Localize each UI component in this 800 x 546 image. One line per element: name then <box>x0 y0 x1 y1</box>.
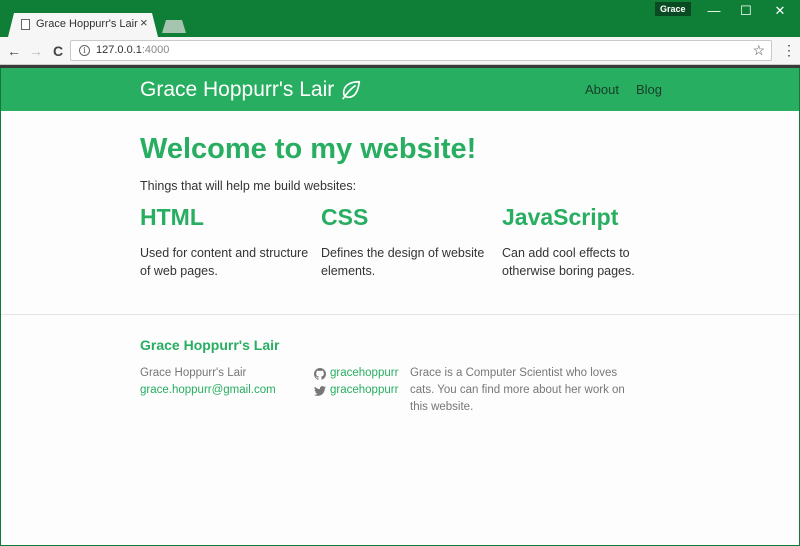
feature-title: CSS <box>321 204 369 230</box>
minimize-button[interactable]: — <box>704 3 724 19</box>
leaf-icon <box>342 80 361 100</box>
site-brand[interactable]: Grace Hoppurr's Lair <box>140 78 362 102</box>
url-text: 127.0.0.1:4000 <box>96 44 170 56</box>
reload-icon[interactable]: C <box>49 42 67 60</box>
footer-name: Grace Hoppurr's Lair <box>140 367 247 379</box>
nav-link-about[interactable]: About <box>585 82 619 97</box>
feature-css: CSS Defines the design of website elemen… <box>321 204 491 280</box>
twitter-icon <box>314 385 326 396</box>
profile-badge[interactable]: Grace <box>655 2 691 16</box>
footer-divider <box>1 314 799 315</box>
web-page: Grace Hoppurr's Lair About Blog Welcome … <box>1 68 799 545</box>
tab-title: Grace Hoppurr's Lair <box>36 18 138 30</box>
forward-icon[interactable]: → <box>27 42 45 60</box>
close-window-button[interactable]: ✕ <box>770 3 790 19</box>
browser-toolbar: ← → C i 127.0.0.1:4000 ☆ ⋮ <box>0 37 800 65</box>
back-icon[interactable]: ← <box>5 42 23 60</box>
footer-social: gracehoppurr gracehoppurr <box>314 365 398 399</box>
new-tab-button[interactable] <box>162 20 186 33</box>
footer-email-link[interactable]: grace.hoppurr@gmail.com <box>140 384 276 396</box>
maximize-button[interactable]: ☐ <box>736 3 756 19</box>
github-link[interactable]: gracehoppurr <box>330 365 398 382</box>
feature-title: JavaScript <box>502 204 619 230</box>
footer-title: Grace Hoppurr's Lair <box>140 337 280 353</box>
page-subtitle: Things that will help me build websites: <box>140 179 357 193</box>
feature-title: HTML <box>140 204 204 230</box>
tab-close-icon[interactable]: × <box>140 16 148 30</box>
bookmark-star-icon[interactable]: ☆ <box>752 42 765 59</box>
browser-tab[interactable]: Grace Hoppurr's Lair × <box>8 13 158 37</box>
github-row[interactable]: gracehoppurr <box>314 365 398 382</box>
footer-description: Grace is a Computer Scientist who loves … <box>410 367 625 413</box>
window-titlebar: Grace Hoppurr's Lair × Grace — ☐ ✕ <box>0 0 800 37</box>
info-icon[interactable]: i <box>79 45 90 56</box>
browser-menu-icon[interactable]: ⋮ <box>782 42 796 60</box>
footer-contact: Grace Hoppurr's Lair grace.hoppurr@gmail… <box>140 365 276 399</box>
feature-text: Can add cool effects to otherwise boring… <box>502 246 635 278</box>
brand-name: Grace Hoppurr's Lair <box>140 78 335 101</box>
twitter-link[interactable]: gracehoppurr <box>330 382 398 399</box>
site-navbar: Grace Hoppurr's Lair About Blog <box>1 68 799 111</box>
address-bar[interactable]: i 127.0.0.1:4000 ☆ <box>70 40 772 61</box>
github-icon <box>314 367 326 380</box>
nav-link-blog[interactable]: Blog <box>636 82 662 97</box>
feature-javascript: JavaScript Can add cool effects to other… <box>502 204 652 280</box>
feature-html: HTML Used for content and structure of w… <box>140 204 310 280</box>
twitter-row[interactable]: gracehoppurr <box>314 382 398 399</box>
feature-text: Used for content and structure of web pa… <box>140 246 309 278</box>
page-title: Welcome to my website! <box>140 133 477 165</box>
page-icon <box>21 19 30 30</box>
feature-text: Defines the design of website elements. <box>321 246 485 278</box>
